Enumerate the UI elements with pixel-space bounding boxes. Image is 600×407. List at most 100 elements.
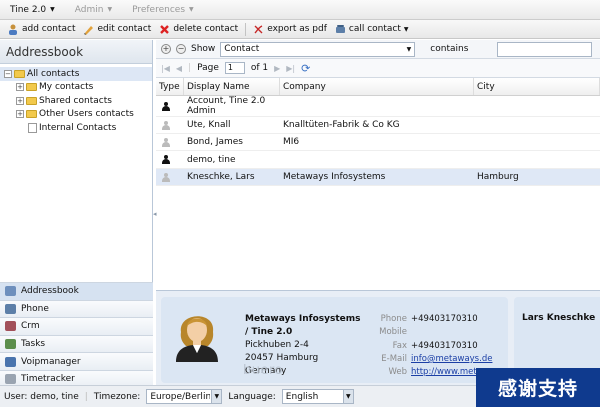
export-pdf-label: export as pdf — [267, 24, 327, 34]
tasks-icon — [5, 339, 16, 350]
tree-item-all-contacts[interactable]: − All contacts — [0, 67, 152, 81]
org-line-2: / Tine 2.0 — [245, 327, 293, 337]
mobile-label: Mobile — [379, 327, 407, 338]
tree-item-label: Other Users contacts — [39, 109, 134, 120]
mobile-value — [411, 326, 492, 339]
filter-show-label: Show — [191, 44, 216, 54]
call-contact-button[interactable]: call contact ▼ — [331, 24, 413, 35]
module-list: Addressbook Phone Crm Tasks Voipmanager … — [0, 282, 153, 388]
contact-icon — [162, 137, 170, 147]
table-row[interactable]: Üte, Knall Knalltüten-Fabrik & Co KG — [156, 117, 600, 134]
language-select[interactable]: English ▼ — [281, 389, 354, 404]
module-phone[interactable]: Phone — [0, 299, 153, 318]
expand-icon[interactable]: + — [16, 83, 24, 92]
email-label: E-Mail — [381, 353, 407, 364]
remove-filter-icon[interactable]: − — [176, 44, 186, 54]
email-link[interactable]: info@metaways.de — [411, 354, 492, 364]
delete-contact-button[interactable]: delete contact — [155, 24, 242, 35]
module-voipmanager[interactable]: Voipmanager — [0, 352, 153, 370]
left-panel-title: Addressbook — [0, 40, 152, 64]
add-filter-icon[interactable]: + — [161, 44, 171, 54]
left-panel: Addressbook − All contacts + My contacts… — [0, 40, 153, 388]
folder-open-icon — [14, 69, 25, 78]
web-label: Web — [388, 367, 407, 378]
type-cell — [156, 155, 184, 164]
type-cell — [156, 172, 184, 182]
display-name-cell: Üte, Knall — [187, 120, 231, 130]
pager-toolbar: |◀ ◀ | Page 1 of 1 ▶ ▶| ⟳ — [156, 59, 600, 78]
container-tree: − All contacts + My contacts + Shared co… — [0, 64, 152, 135]
prev-page-icon[interactable]: ◀ — [176, 64, 182, 73]
refresh-icon[interactable]: ⟳ — [301, 62, 310, 75]
folder-icon — [26, 83, 37, 92]
filter-field-select[interactable]: Contact ▼ — [220, 41, 416, 57]
timezone-select[interactable]: Europe/Berlin ▼ — [146, 389, 223, 404]
display-name-cell: demo, tine — [187, 154, 236, 165]
company-cell: MI6 — [283, 137, 300, 147]
filter-field-value: Contact — [224, 44, 260, 54]
folder-icon — [26, 110, 37, 119]
menubar: Tine 2.0 ▼ Admin ▼ Preferences ▼ — [0, 0, 600, 20]
menu-preferences[interactable]: Preferences ▼ — [122, 5, 204, 15]
page-count: of 1 — [250, 63, 269, 73]
tree-item-label: Internal Contacts — [39, 122, 117, 133]
crm-icon — [5, 321, 16, 332]
menu-preferences-label: Preferences — [132, 4, 186, 15]
column-header-type[interactable]: Type — [156, 78, 184, 95]
column-header-display-name[interactable]: Display Name — [184, 78, 280, 95]
company-cell: Knalltüten-Fabrik & Co KG — [283, 120, 400, 130]
collapse-icon[interactable]: − — [4, 69, 12, 78]
table-row-selected[interactable]: Kneschke, Lars Metaways Infosystems Hamb… — [156, 169, 600, 186]
menu-admin-label: Admin — [74, 4, 104, 15]
tree-item-my-contacts[interactable]: + My contacts — [0, 81, 152, 95]
next-page-icon[interactable]: ▶ — [274, 64, 280, 73]
user-icon — [162, 101, 170, 111]
add-contact-label: add contact — [22, 24, 76, 34]
column-header-city[interactable]: City — [474, 78, 600, 95]
toolbar: add contact edit contact delete contact … — [0, 20, 600, 39]
tree-item-other-users-contacts[interactable]: + Other Users contacts — [0, 108, 152, 122]
tree-item-shared-contacts[interactable]: + Shared contacts — [0, 94, 152, 108]
phone-label: Phone — [380, 314, 407, 324]
type-cell — [156, 120, 184, 130]
city-cell: Hamburg — [477, 172, 519, 182]
edit-contact-button[interactable]: edit contact — [79, 24, 155, 35]
export-pdf-button[interactable]: export as pdf — [249, 24, 331, 35]
pager-separator: | — [188, 63, 192, 73]
first-page-icon[interactable]: |◀ — [161, 64, 170, 73]
menu-admin[interactable]: Admin ▼ — [65, 5, 122, 15]
chevron-down-icon: ▼ — [107, 6, 113, 13]
module-tasks[interactable]: Tasks — [0, 334, 153, 353]
overlay-banner: 感谢支持 — [476, 368, 600, 407]
table-row[interactable]: Account, Tine 2.0 Admin — [156, 96, 600, 117]
user-icon — [162, 155, 170, 164]
avatar — [176, 316, 218, 362]
contact-card: Metaways Infosystems / Tine 2.0 Pickhube… — [161, 297, 508, 383]
page-input[interactable]: 1 — [224, 62, 245, 74]
module-crm[interactable]: Crm — [0, 317, 153, 335]
last-page-icon[interactable]: ▶| — [286, 64, 295, 73]
module-label: Crm — [21, 321, 40, 332]
menu-tine[interactable]: Tine 2.0 ▼ — [0, 5, 65, 15]
expand-icon[interactable]: + — [16, 96, 24, 105]
table-row[interactable]: Bond, James MI6 — [156, 134, 600, 151]
display-name-cell: Kneschke, Lars — [187, 172, 255, 182]
chevron-down-icon: ▼ — [189, 6, 194, 13]
tree-item-label: My contacts — [39, 82, 94, 93]
pencil-icon — [83, 24, 94, 35]
expand-icon[interactable]: + — [16, 110, 24, 119]
module-label: Phone — [21, 303, 49, 314]
column-header-company[interactable]: Company — [280, 78, 474, 95]
contact-icon — [162, 120, 170, 130]
timezone-value: Europe/Berlin — [150, 391, 211, 402]
module-label: Addressbook — [21, 286, 79, 297]
delete-contact-label: delete contact — [173, 24, 239, 34]
module-addressbook[interactable]: Addressbook — [0, 282, 153, 300]
table-row[interactable]: demo, tine — [156, 151, 600, 169]
fax-label: Fax — [392, 340, 407, 351]
clock-icon — [5, 374, 16, 385]
module-label: Voipmanager — [21, 356, 81, 367]
filter-value-input[interactable] — [497, 41, 593, 57]
add-contact-button[interactable]: add contact — [4, 24, 79, 35]
tree-item-internal-contacts[interactable]: Internal Contacts — [0, 121, 152, 135]
